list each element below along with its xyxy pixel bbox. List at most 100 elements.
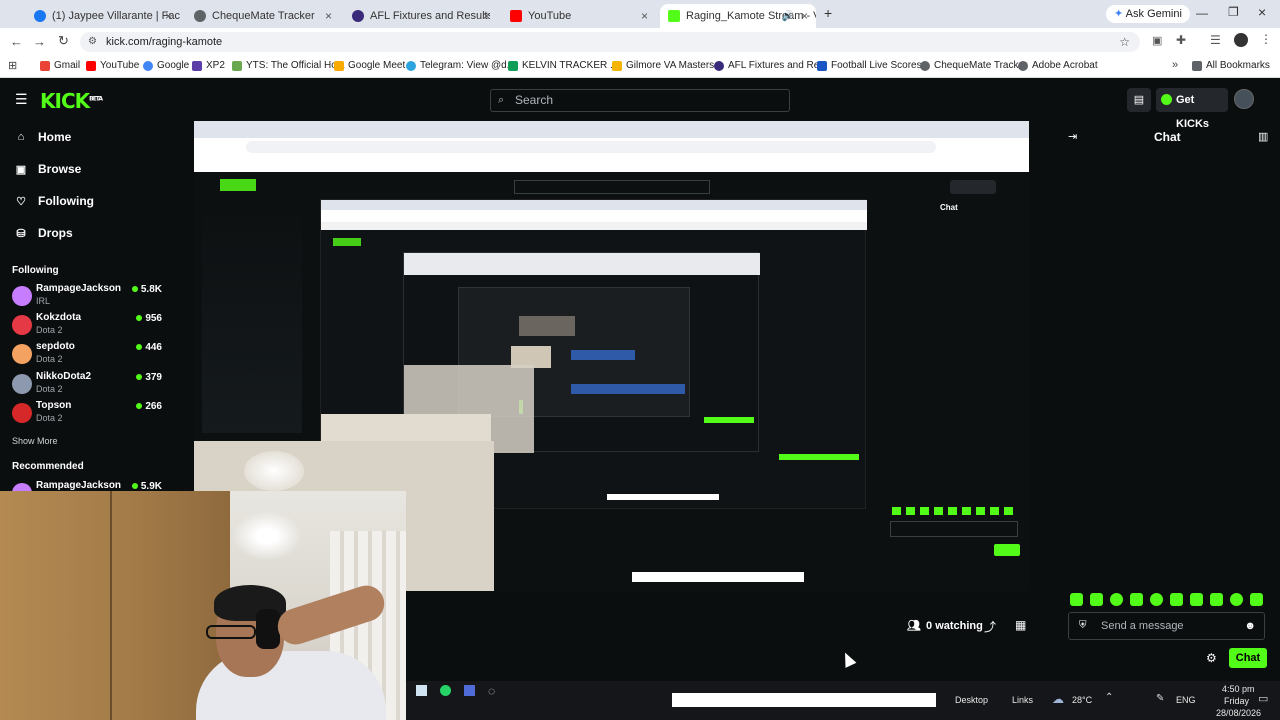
bookmark-gilmore[interactable]: Gilmore VA Masters...	[612, 60, 723, 71]
chat-message-input[interactable]: ⛨ Send a message ☻	[1068, 612, 1265, 640]
bookmark-google[interactable]: Google	[143, 60, 189, 71]
reading-list-icon[interactable]: ☰	[1210, 33, 1221, 47]
collapse-chat-icon[interactable]: ⇥	[1068, 130, 1077, 143]
bookmark-google-meet[interactable]: Google Meet	[334, 60, 405, 71]
nav-drops[interactable]: ⛁ Drops	[14, 226, 72, 240]
captured-kick-logo	[220, 179, 256, 191]
reload-icon[interactable]: ↻	[58, 33, 69, 49]
taskbar-app-icon[interactable]	[416, 685, 427, 696]
captured-bookmarks-bar	[194, 156, 1029, 172]
chrome-icon[interactable]: ◌	[488, 684, 495, 698]
captured-sidebar	[202, 203, 302, 433]
taskbar-day[interactable]: Friday	[1224, 696, 1249, 706]
all-bookmarks[interactable]: All Bookmarks	[1192, 60, 1270, 71]
share-icon[interactable]: ⤴	[984, 618, 996, 635]
bookmark-afl[interactable]: AFL Fixtures and Re...	[714, 60, 828, 71]
more-options-icon[interactable]: ▦	[1015, 618, 1026, 632]
emote-icon[interactable]	[1250, 593, 1263, 606]
following-item[interactable]: RampageJackson IRL 5.8K	[12, 283, 162, 311]
taskbar-desktop[interactable]: Desktop	[955, 695, 988, 705]
emote-icon[interactable]	[1170, 593, 1183, 606]
wardrobe-left	[0, 491, 230, 720]
bookmark-star-icon[interactable]: ☆	[1119, 32, 1130, 52]
close-icon[interactable]: ×	[165, 9, 172, 23]
apps-grid-icon[interactable]: ⊞	[8, 59, 17, 72]
google-icon	[143, 60, 153, 71]
tab-facebook[interactable]: (1) Jaypee Villarante | Facebook ×	[26, 4, 180, 28]
taskbar-date[interactable]: 28/08/2026	[1216, 708, 1261, 718]
speaker-icon[interactable]: 🔊	[782, 11, 794, 22]
minimize-button[interactable]: —	[1196, 6, 1208, 20]
new-tab-button[interactable]: +	[824, 5, 832, 21]
taskbar-temperature[interactable]: 28°C	[1072, 695, 1092, 705]
profile-avatar[interactable]	[1234, 33, 1248, 47]
bookmark-yts[interactable]: YTS: The Official Ho...	[232, 60, 345, 71]
menu-dots-icon[interactable]: ⋮	[1260, 32, 1272, 46]
tab-afl[interactable]: AFL Fixtures and Results - AFL.c ×	[344, 4, 498, 28]
bookmark-telegram[interactable]: Telegram: View @d...	[406, 60, 515, 71]
nav-browse[interactable]: ▣ Browse	[14, 162, 82, 176]
creator-dashboard-button[interactable]: ▤	[1127, 88, 1151, 112]
close-icon[interactable]: ×	[641, 9, 648, 23]
bookmark-kelvin[interactable]: KELVIN TRACKER ...	[508, 60, 618, 71]
following-item[interactable]: Topson Dota 2 266	[12, 400, 162, 428]
bookmark-xp2[interactable]: XP2	[192, 60, 225, 71]
taskbar-links[interactable]: Links	[1012, 695, 1033, 705]
emote-icon[interactable]	[1150, 593, 1163, 606]
emote-icon[interactable]	[1210, 593, 1223, 606]
emote-icon[interactable]	[1230, 593, 1243, 606]
extension-icon[interactable]: ▣	[1152, 34, 1162, 47]
taskbar-search-input[interactable]	[672, 693, 936, 707]
emote-icon[interactable]	[1090, 593, 1103, 606]
chat-users-icon[interactable]: ▥	[1258, 130, 1268, 143]
emote-icon[interactable]	[1110, 593, 1123, 606]
tab-chequemate[interactable]: ChequeMate Tracker ×	[186, 4, 340, 28]
bookmark-youtube[interactable]: YouTube	[86, 60, 139, 71]
back-icon[interactable]: ←	[10, 34, 23, 49]
bookmark-football[interactable]: Football Live Scores...	[817, 60, 930, 71]
channel-name: sepdoto	[36, 341, 75, 352]
close-icon[interactable]: ×	[325, 9, 332, 23]
close-icon[interactable]: ×	[483, 9, 490, 23]
puzzle-icon[interactable]: ✚	[1176, 33, 1186, 47]
bookmark-adobe[interactable]: Adobe Acrobat	[1018, 60, 1098, 71]
forward-icon[interactable]: →	[33, 34, 46, 49]
close-window-button[interactable]: ×	[1258, 4, 1266, 20]
search-input[interactable]: ⌕ Search	[490, 89, 790, 112]
emote-icon[interactable]	[1130, 593, 1143, 606]
kick-logo[interactable]: KICKBETA	[40, 89, 103, 113]
show-more-link[interactable]: Show More	[12, 436, 58, 446]
nav-home[interactable]: ⌂ Home	[14, 130, 72, 144]
ask-gemini-button[interactable]: ✦ Ask Gemini	[1106, 5, 1190, 23]
bookmark-gmail[interactable]: Gmail	[40, 60, 80, 71]
close-icon[interactable]: ×	[801, 9, 808, 23]
emoji-icon[interactable]: ☻	[1244, 613, 1256, 639]
user-avatar[interactable]	[1234, 89, 1254, 109]
emote-icon[interactable]	[1190, 593, 1203, 606]
url-input[interactable]: ⚙ kick.com/raging-kamote ☆	[80, 32, 1140, 52]
tab-kick-stream[interactable]: Raging_Kamote Stream - V 🔊 ×	[660, 4, 816, 28]
notification-icon[interactable]: ▭	[1258, 692, 1268, 705]
bookmark-chequemate[interactable]: ChequeMate Tracker	[920, 60, 1027, 71]
whatsapp-icon[interactable]	[440, 685, 451, 696]
chevron-right-icon[interactable]: »	[1172, 59, 1178, 71]
heart-icon: ♡	[16, 195, 26, 208]
maximize-button[interactable]: ❐	[1228, 5, 1239, 19]
get-kicks-button[interactable]: Get KICKs	[1156, 88, 1228, 130]
taskbar-app-icon[interactable]	[464, 685, 475, 696]
chat-settings-icon[interactable]: ⚙	[1206, 651, 1217, 665]
pen-icon[interactable]: ✎	[1156, 693, 1164, 704]
taskbar-language[interactable]: ENG	[1176, 695, 1196, 705]
chevron-up-icon[interactable]: ⌃	[1105, 692, 1113, 703]
following-item[interactable]: Kokzdota Dota 2 956	[12, 312, 162, 340]
gemini-icon: ✦	[1114, 8, 1124, 20]
bookmark-label: Google Meet	[348, 60, 406, 71]
tab-youtube[interactable]: YouTube ×	[502, 4, 656, 28]
following-item[interactable]: sepdoto Dota 2 446	[12, 341, 162, 369]
hamburger-menu-icon[interactable]: ☰	[15, 91, 28, 108]
nav-following[interactable]: ♡ Following	[14, 194, 94, 208]
emote-icon[interactable]	[1070, 593, 1083, 606]
chat-send-button[interactable]: Chat	[1229, 648, 1267, 668]
following-item[interactable]: NikkoDota2 Dota 2 379	[12, 371, 162, 399]
taskbar-time[interactable]: 4:50 pm	[1222, 684, 1255, 694]
